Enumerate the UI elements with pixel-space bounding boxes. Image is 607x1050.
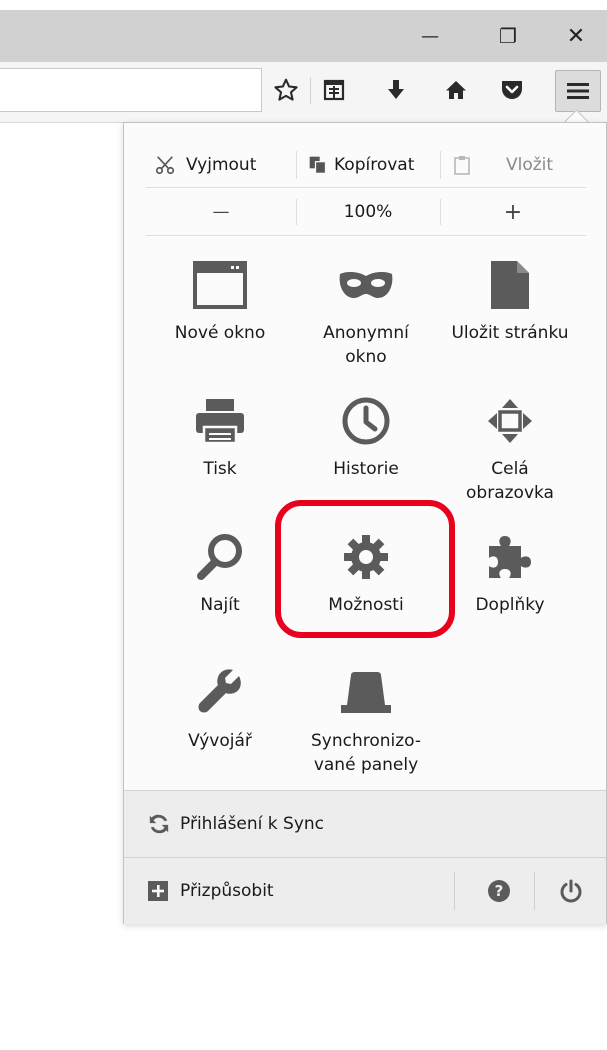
zoom-reset-button[interactable]: 100% xyxy=(296,189,440,235)
wrench-icon xyxy=(190,663,250,723)
sync-icon xyxy=(149,814,169,834)
clipboard-icon xyxy=(454,156,470,175)
nav-toolbar xyxy=(0,62,607,123)
addons-label: Doplňky xyxy=(475,595,545,615)
home-icon xyxy=(446,81,466,99)
edit-controls: Vyjmout Kopírovat Vložit xyxy=(146,143,586,187)
private-mask-icon xyxy=(336,255,396,315)
help-glyph: ? xyxy=(494,882,504,900)
sync-label: Přihlášení k Sync xyxy=(180,814,325,834)
restore-button[interactable]: ❐ xyxy=(478,10,538,62)
fullscreen-label: Celá obrazovka xyxy=(466,459,554,503)
footer-separator xyxy=(534,872,535,910)
zoom-out-button[interactable]: — xyxy=(146,189,296,235)
edit-separator xyxy=(296,151,297,179)
fullscreen-item[interactable]: Celá obrazovka xyxy=(440,391,580,505)
zoom-out-icon: — xyxy=(212,202,230,222)
help-button[interactable]: ? xyxy=(464,858,534,924)
pocket-icon xyxy=(502,81,522,99)
reading-list-button[interactable] xyxy=(316,70,352,110)
save-page-item[interactable]: Uložit stránku xyxy=(440,255,580,345)
window-titlebar: — ❐ ✕ xyxy=(0,10,607,62)
options-highlight-annotation xyxy=(275,500,455,638)
scissors-icon xyxy=(155,156,175,175)
cut-label: Vyjmout xyxy=(186,155,257,175)
developer-label: Vývojář xyxy=(188,731,252,751)
hamburger-menu-icon xyxy=(567,83,589,99)
reading-list-icon xyxy=(323,79,345,101)
download-icon xyxy=(388,80,404,99)
plus-box-icon xyxy=(148,881,168,901)
private-window-item[interactable]: Anonymní okno xyxy=(296,255,436,369)
synced-tabs-label: Synchronizo-vané panely xyxy=(310,731,422,775)
close-window-button[interactable]: ✕ xyxy=(546,10,606,62)
magnifier-icon xyxy=(190,527,250,587)
minimize-icon: — xyxy=(421,25,439,47)
find-label: Najít xyxy=(200,595,240,615)
cut-button[interactable]: Vyjmout xyxy=(154,143,256,187)
power-icon xyxy=(560,879,582,903)
zoom-grid-divider xyxy=(146,235,586,236)
bookmark-star-button[interactable] xyxy=(268,70,304,110)
zoom-controls: — 100% + xyxy=(146,189,586,235)
save-page-label: Uložit stránku xyxy=(451,323,569,343)
sync-footer: Přihlášení k Sync xyxy=(124,790,606,857)
history-label: Historie xyxy=(333,459,399,479)
help-icon: ? xyxy=(488,880,510,902)
star-icon xyxy=(274,78,298,101)
restore-icon: ❐ xyxy=(499,24,517,48)
url-bar[interactable] xyxy=(0,68,262,112)
edit-zoom-divider xyxy=(146,187,586,188)
paste-label: Vložit xyxy=(506,155,554,175)
close-icon: ✕ xyxy=(566,23,586,49)
addons-item[interactable]: Doplňky xyxy=(440,527,580,617)
save-page-icon xyxy=(480,255,540,315)
print-icon xyxy=(190,391,250,451)
bottom-footer: Přizpůsobit ? xyxy=(124,857,606,924)
downloads-button[interactable] xyxy=(378,70,414,110)
zoom-in-icon: + xyxy=(503,199,523,225)
new-window-icon xyxy=(190,255,250,315)
copy-button[interactable]: Kopírovat xyxy=(308,143,414,187)
home-button[interactable] xyxy=(438,70,474,110)
toolbar-separator xyxy=(310,78,311,104)
paste-button[interactable]: Vložit xyxy=(452,143,553,187)
new-window-label: Nové okno xyxy=(174,323,266,343)
developer-item[interactable]: Vývojář xyxy=(150,663,290,753)
customize-button[interactable]: Přizpůsobit xyxy=(124,858,448,924)
find-item[interactable]: Najít xyxy=(150,527,290,617)
zoom-level: 100% xyxy=(343,202,393,222)
quit-button[interactable] xyxy=(536,858,606,924)
footer-separator xyxy=(454,872,455,910)
customize-label: Přizpůsobit xyxy=(180,881,274,901)
zoom-in-button[interactable]: + xyxy=(440,189,586,235)
minimize-button[interactable]: — xyxy=(400,10,460,62)
puzzle-icon xyxy=(480,527,540,587)
synced-tabs-icon xyxy=(336,663,396,723)
sync-signin-button[interactable]: Přihlášení k Sync xyxy=(124,791,606,857)
new-window-item[interactable]: Nové okno xyxy=(150,255,290,345)
copy-icon xyxy=(309,156,327,174)
pocket-button[interactable] xyxy=(494,70,530,110)
print-item[interactable]: Tisk xyxy=(150,391,290,481)
print-label: Tisk xyxy=(203,459,237,479)
synced-tabs-item[interactable]: Synchronizo-vané panely xyxy=(296,663,436,777)
edit-separator xyxy=(440,151,441,179)
copy-label: Kopírovat xyxy=(334,155,415,175)
open-menu-button[interactable] xyxy=(555,70,601,112)
history-clock-icon xyxy=(336,391,396,451)
private-window-label: Anonymní okno xyxy=(323,323,409,367)
fullscreen-icon xyxy=(480,391,540,451)
history-item[interactable]: Historie xyxy=(296,391,436,481)
